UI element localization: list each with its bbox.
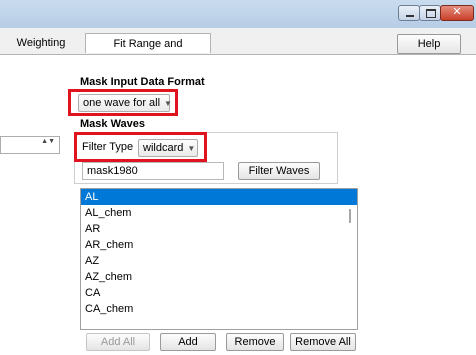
minimize-button[interactable] bbox=[398, 5, 420, 21]
list-item[interactable]: AR bbox=[81, 221, 357, 237]
list-item[interactable]: CA_chem bbox=[81, 301, 357, 317]
list-item[interactable]: CA bbox=[81, 285, 357, 301]
add-all-button[interactable]: Add All bbox=[86, 333, 150, 351]
list-scrollbar[interactable] bbox=[349, 209, 351, 223]
help-button[interactable]: Help bbox=[397, 34, 461, 54]
filter-text-input[interactable]: mask1980 bbox=[82, 162, 224, 180]
mask-input-format-select[interactable]: one wave for all ▼ bbox=[78, 94, 172, 112]
spinner-arrows-icon: ▲▼ bbox=[41, 138, 55, 145]
remove-button[interactable]: Remove bbox=[226, 333, 284, 351]
list-item[interactable]: AL_chem bbox=[81, 205, 357, 221]
numeric-spinner[interactable]: ▲▼ bbox=[0, 136, 60, 154]
remove-all-button[interactable]: Remove All bbox=[290, 333, 356, 351]
list-item[interactable]: AR_chem bbox=[81, 237, 357, 253]
maximize-button[interactable] bbox=[419, 5, 441, 21]
chevron-down-icon: ▼ bbox=[187, 144, 196, 153]
close-icon: ✕ bbox=[452, 6, 462, 18]
mask-waves-label: Mask Waves bbox=[80, 118, 146, 130]
mask-input-format-label: Mask Input Data Format bbox=[80, 76, 205, 88]
filter-type-select[interactable]: wildcard ▼ bbox=[138, 139, 198, 157]
chevron-down-icon: ▼ bbox=[164, 99, 172, 108]
tab-fit-range-and-masking[interactable]: Fit Range and Masking bbox=[85, 33, 211, 70]
close-button[interactable]: ✕ bbox=[440, 5, 474, 21]
tab-strip: Weighting Fit Range and Masking Help bbox=[0, 28, 476, 70]
list-item[interactable]: AL bbox=[81, 189, 357, 205]
title-bar: ✕ bbox=[0, 0, 476, 28]
add-button[interactable]: Add bbox=[160, 333, 216, 351]
minimize-icon bbox=[406, 15, 414, 17]
filter-type-value: wildcard bbox=[143, 142, 184, 154]
list-item[interactable]: AZ_chem bbox=[81, 269, 357, 285]
filter-waves-button[interactable]: Filter Waves bbox=[238, 162, 320, 180]
list-item[interactable]: AZ bbox=[81, 253, 357, 269]
mask-waves-list[interactable]: AL AL_chem AR AR_chem AZ AZ_chem CA CA_c… bbox=[80, 188, 358, 330]
tab-weighting[interactable]: Weighting bbox=[0, 33, 82, 53]
maximize-icon bbox=[426, 9, 436, 18]
filter-type-label: Filter Type bbox=[82, 141, 134, 153]
mask-input-format-value: one wave for all bbox=[83, 97, 161, 109]
